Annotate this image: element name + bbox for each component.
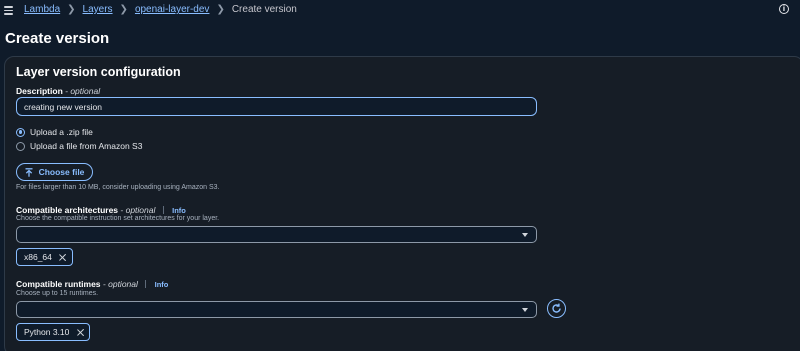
upload-s3-label: Upload a file from Amazon S3: [30, 141, 143, 151]
breadcrumb-current: Create version: [231, 4, 297, 15]
runtimes-description: Choose up to 15 runtimes.: [16, 290, 99, 297]
architectures-label: Compatible architectures - optional Info: [16, 205, 186, 215]
breadcrumb-layer-name[interactable]: openai-layer-dev: [135, 4, 210, 15]
architectures-optional: - optional: [120, 205, 156, 215]
description-label-text: Description: [16, 86, 63, 96]
runtime-token-label: Python 3.10: [24, 327, 70, 337]
caret-down-icon: [522, 308, 528, 312]
divider: [162, 206, 164, 214]
upload-s3-radio[interactable]: Upload a file from Amazon S3: [16, 141, 142, 151]
architectures-info-link[interactable]: Info: [172, 206, 186, 215]
hamburger-menu-icon[interactable]: [4, 6, 13, 15]
radio-checked-icon[interactable]: [16, 127, 25, 137]
runtimes-label-text: Compatible runtimes: [16, 279, 101, 289]
architecture-token: x86_64: [16, 248, 73, 266]
architectures-select[interactable]: [16, 226, 537, 243]
page-title: Create version: [5, 30, 110, 47]
info-circle-icon[interactable]: i: [779, 4, 789, 14]
description-input[interactable]: [16, 97, 537, 116]
architectures-label-text: Compatible architectures: [16, 205, 119, 215]
runtimes-info-link[interactable]: Info: [155, 280, 169, 289]
architectures-description: Choose the compatible instruction set ar…: [16, 215, 220, 222]
choose-file-label: Choose file: [38, 167, 85, 177]
panel-title: Layer version configuration: [16, 65, 181, 79]
runtimes-optional: - optional: [102, 279, 138, 289]
upload-zip-radio[interactable]: Upload a .zip file: [16, 127, 93, 137]
description-label: Description - optional: [16, 86, 100, 96]
chevron-right-icon: ❯: [67, 4, 76, 15]
upload-arrow-icon: [25, 167, 33, 177]
description-optional: - optional: [65, 86, 101, 96]
breadcrumb-lambda[interactable]: Lambda: [24, 4, 60, 15]
divider: [145, 280, 147, 288]
chevron-right-icon: ❯: [119, 4, 128, 15]
close-icon[interactable]: [59, 253, 67, 261]
upload-zip-label: Upload a .zip file: [30, 127, 93, 137]
radio-unchecked-icon[interactable]: [16, 141, 25, 151]
caret-down-icon: [522, 233, 528, 237]
refresh-runtimes-button[interactable]: [547, 299, 566, 318]
breadcrumb: Lambda ❯ Layers ❯ openai-layer-dev ❯ Cre…: [24, 4, 297, 15]
upload-hint: For files larger than 10 MB, consider up…: [16, 184, 220, 191]
refresh-icon: [552, 303, 561, 313]
architecture-token-label: x86_64: [24, 252, 52, 262]
close-icon[interactable]: [76, 328, 84, 336]
runtime-token: Python 3.10: [16, 323, 91, 341]
runtimes-select[interactable]: [16, 301, 537, 318]
top-navigation-bar: Lambda ❯ Layers ❯ openai-layer-dev ❯ Cre…: [0, 0, 800, 22]
runtimes-label: Compatible runtimes - optional Info: [16, 279, 168, 289]
breadcrumb-layers[interactable]: Layers: [83, 4, 113, 15]
chevron-right-icon: ❯: [216, 4, 225, 15]
choose-file-button[interactable]: Choose file: [16, 163, 93, 181]
